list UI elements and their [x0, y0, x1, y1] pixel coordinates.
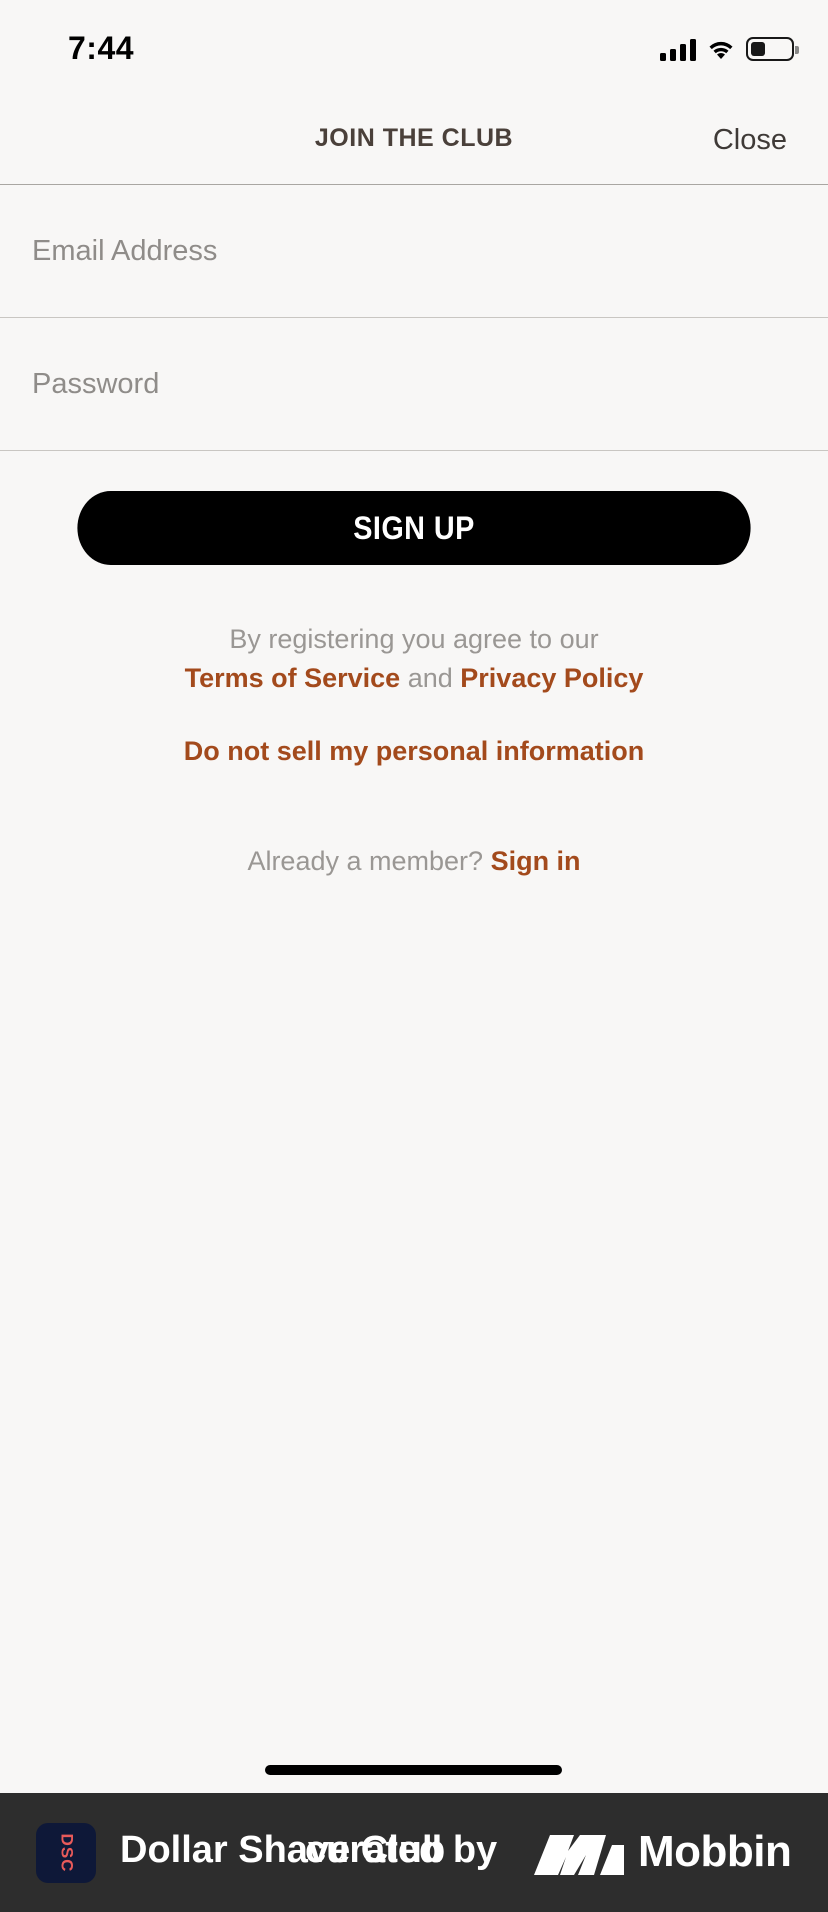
banner-brand: Mobbin	[638, 1827, 792, 1876]
signup-screen: 7:44 JOIN THE CLUB Close SIGN UP By regi…	[0, 0, 828, 1912]
mobbin-banner: DSC Dollar Shave Club curated by Mobbin	[0, 1793, 828, 1912]
nav-header: JOIN THE CLUB Close	[0, 100, 828, 185]
app-icon-text: DSC	[57, 1833, 76, 1873]
email-field-row	[0, 185, 828, 318]
cellular-signal-icon	[660, 37, 696, 61]
already-member-line: Already a member? Sign in	[0, 846, 828, 877]
password-field[interactable]	[0, 318, 828, 450]
privacy-policy-link[interactable]: Privacy Policy	[460, 663, 643, 693]
wifi-icon	[709, 41, 733, 59]
sign-up-button[interactable]: SIGN UP	[77, 491, 751, 565]
legal-prefix: By registering you agree to our	[229, 624, 599, 654]
home-indicator	[265, 1765, 562, 1775]
legal-links-line: Terms of Service and Privacy Policy	[0, 659, 828, 698]
close-button[interactable]: Close	[713, 124, 787, 157]
status-icons	[660, 34, 799, 64]
battery-icon	[746, 37, 799, 61]
page-title: JOIN THE CLUB	[314, 124, 514, 152]
legal-text: By registering you agree to our Terms of…	[0, 620, 828, 698]
app-icon: DSC	[36, 1823, 96, 1883]
already-member-prompt: Already a member?	[247, 846, 484, 876]
legal-joiner: and	[407, 663, 453, 693]
do-not-sell-link[interactable]: Do not sell my personal information	[0, 736, 828, 767]
status-bar: 7:44	[0, 0, 828, 100]
status-time: 7:44	[68, 30, 135, 66]
banner-curated-text: curated by	[305, 1829, 498, 1871]
terms-of-service-link[interactable]: Terms of Service	[185, 663, 401, 693]
sign-in-link[interactable]: Sign in	[491, 846, 581, 876]
password-field-row	[0, 318, 828, 451]
mobbin-logo-icon	[534, 1835, 624, 1875]
email-field[interactable]	[0, 185, 828, 317]
